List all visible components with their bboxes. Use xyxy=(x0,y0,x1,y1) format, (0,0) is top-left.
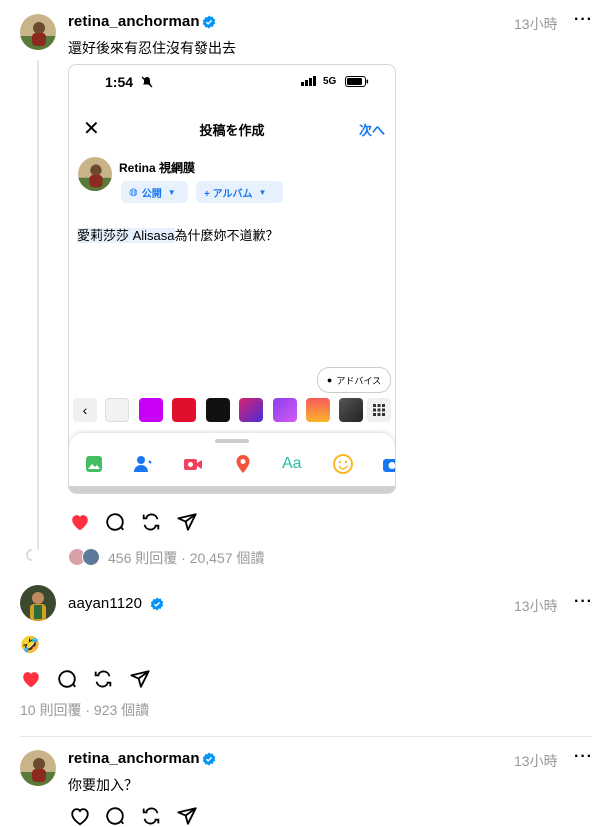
background-swatch[interactable] xyxy=(306,398,330,422)
post-time: 13小時 xyxy=(514,16,558,32)
post-text: 還好後來有忍住沒有發出去 xyxy=(68,40,236,56)
more-options-button[interactable]: ··· xyxy=(574,593,593,611)
background-swatch[interactable] xyxy=(206,398,230,422)
album-label: + アルバム xyxy=(204,188,253,200)
network-label: 5G xyxy=(323,76,337,87)
signal-icon xyxy=(301,76,316,86)
view-count: 923 個讀 xyxy=(93,702,150,718)
reply-count[interactable]: 10 則回覆 xyxy=(20,702,81,718)
caret-down-icon: ▼ xyxy=(167,187,176,197)
post-text: 🤣 xyxy=(20,637,40,654)
background-swatch[interactable] xyxy=(139,398,163,422)
avatar xyxy=(78,157,112,191)
avatar[interactable] xyxy=(20,14,56,50)
attachment-tray: Aa xyxy=(69,433,395,493)
verified-badge-icon xyxy=(202,752,216,766)
composer-author: Retina 視網膜 xyxy=(119,161,196,175)
divider xyxy=(20,736,592,737)
composer-body: 為什麼妳不道歉？ xyxy=(174,228,279,243)
repost-icon[interactable] xyxy=(140,511,162,533)
background-swatch[interactable] xyxy=(105,398,129,422)
drag-handle[interactable] xyxy=(215,439,249,443)
avatar[interactable] xyxy=(20,750,56,786)
share-icon[interactable] xyxy=(176,805,198,827)
stats-separator: · xyxy=(181,550,186,566)
status-time: 1:54 xyxy=(105,74,134,90)
grid-icon[interactable] xyxy=(367,398,391,422)
comment-icon[interactable] xyxy=(56,668,78,690)
tag-people-icon[interactable] xyxy=(132,453,154,475)
composer-text[interactable]: 愛莉莎莎 Alisasa為什麼妳不道歉？ xyxy=(77,225,279,244)
heart-icon[interactable] xyxy=(69,511,91,533)
thread-line xyxy=(37,60,39,550)
mention-tag[interactable]: 愛莉莎莎 Alisasa xyxy=(77,228,175,243)
reply-count[interactable]: 456 則回覆 xyxy=(108,550,177,566)
comment-icon[interactable] xyxy=(104,511,126,533)
mute-bell-icon xyxy=(141,76,153,88)
advice-label: アドバイス xyxy=(336,375,382,386)
composer-title: 投稿を作成 xyxy=(199,123,265,138)
replier-avatar xyxy=(82,548,100,566)
caret-down-icon: ▼ xyxy=(258,187,267,197)
more-options-button[interactable]: ··· xyxy=(574,748,593,766)
username[interactable]: retina_anchorman xyxy=(68,750,200,767)
post-text: 你要加入？ xyxy=(68,777,138,793)
background-swatch[interactable] xyxy=(239,398,263,422)
audience-label: 公開 xyxy=(141,188,162,200)
post-time: 13小時 xyxy=(514,753,558,769)
photo-icon[interactable] xyxy=(83,453,105,475)
video-icon[interactable] xyxy=(182,453,204,475)
battery-icon xyxy=(345,76,369,87)
repost-icon[interactable] xyxy=(92,668,114,690)
share-icon[interactable] xyxy=(129,668,151,690)
globe-icon: ◍ xyxy=(129,186,138,198)
stats-separator: · xyxy=(85,702,91,718)
album-chip[interactable]: + アルバム ▼ xyxy=(196,181,283,203)
text-style-icon[interactable]: Aa xyxy=(282,455,302,473)
share-icon[interactable] xyxy=(176,511,198,533)
embedded-screenshot[interactable]: 1:54 5G ✕ 投稿を作成 次へ Retina 視網膜 ◍ 公開 ▼ + ア… xyxy=(68,64,396,494)
post-time: 13小時 xyxy=(514,598,558,614)
view-count: 20,457 個讀 xyxy=(189,550,265,566)
camera-icon[interactable] xyxy=(382,453,396,475)
username[interactable]: aayan1120 xyxy=(68,595,142,612)
background-swatch[interactable] xyxy=(339,398,363,422)
heart-icon[interactable] xyxy=(20,668,42,690)
post-stats[interactable]: 10 則回覆 · 923 個讀 xyxy=(20,700,149,720)
lightbulb-icon: ● xyxy=(326,375,333,385)
emoji-icon[interactable] xyxy=(332,453,354,475)
background-swatch[interactable] xyxy=(172,398,196,422)
more-options-button[interactable]: ··· xyxy=(574,11,593,29)
avatar[interactable] xyxy=(20,585,56,621)
location-pin-icon[interactable] xyxy=(232,453,254,475)
repost-icon[interactable] xyxy=(140,805,162,827)
comment-icon[interactable] xyxy=(104,805,126,827)
verified-badge-icon xyxy=(150,597,164,611)
verified-badge-icon xyxy=(202,15,216,29)
post-stats[interactable]: 456 則回覆 · 20,457 個讀 xyxy=(108,548,264,568)
chevron-left-icon[interactable]: ‹ xyxy=(73,398,97,422)
heart-icon[interactable] xyxy=(69,805,91,827)
next-button[interactable]: 次へ xyxy=(359,120,385,139)
username[interactable]: retina_anchorman xyxy=(68,13,200,30)
tray-bottom-bar xyxy=(69,486,395,493)
thread-loop-icon xyxy=(25,549,33,561)
advice-button[interactable]: ● アドバイス xyxy=(317,367,391,393)
audience-chip[interactable]: ◍ 公開 ▼ xyxy=(121,181,188,203)
background-swatch[interactable] xyxy=(273,398,297,422)
